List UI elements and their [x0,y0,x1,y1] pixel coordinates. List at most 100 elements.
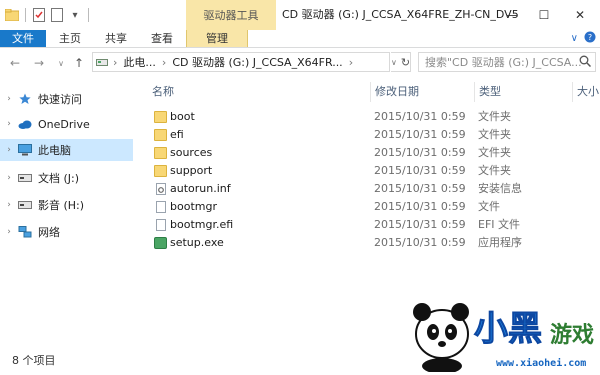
file-type: 文件夹 [478,164,511,177]
folder-icon [154,165,167,177]
nav-item-quick-access[interactable]: › 快速访问 [0,88,133,110]
recent-locations-button[interactable]: ∨ [52,48,70,78]
nav-item-media-drive[interactable]: › 影音 (H:) [0,194,133,216]
forward-arrow-icon: → [33,56,45,70]
properties-icon[interactable] [31,7,47,23]
computer-icon [18,144,32,156]
file-type: 文件夹 [478,128,511,141]
nav-item-label: 文档 (J:) [38,172,80,185]
refresh-icon: ↻ [400,55,411,69]
svg-text:游戏: 游戏 [550,322,594,348]
search-input[interactable]: 搜索"CD 驱动器 (G:) J_CCSA... [418,52,596,72]
file-date: 2015/10/31 0:59 [374,164,466,177]
network-icon [18,226,32,238]
star-icon [18,93,32,105]
file-row[interactable]: bootmgr.efi 2015/10/31 0:59 EFI 文件 [150,216,600,234]
window-title: CD 驱动器 (G:) J_CCSA_X64FRE_ZH-CN_DV5 [282,8,519,21]
file-type: 文件夹 [478,146,511,159]
drive-icon [93,57,111,67]
address-bar[interactable]: › 此电... › CD 驱动器 (G:) J_CCSA_X64FR... › [92,52,390,72]
nav-item-label: 影音 (H:) [38,199,85,212]
customize-icon[interactable]: ▾ [67,7,83,23]
refresh-button[interactable]: ∨ ↻ [391,52,411,72]
tab-file[interactable]: 文件 [0,30,46,47]
file-row[interactable]: sources 2015/10/31 0:59 文件夹 [150,144,600,162]
file-date: 2015/10/31 0:59 [374,182,466,195]
svg-text:www.xiaohei.com: www.xiaohei.com [496,357,586,369]
chevron-right-icon[interactable]: › [0,173,18,183]
cloud-icon [18,118,32,130]
back-button[interactable]: ← [6,48,24,78]
column-header-size[interactable]: 大小 [572,82,600,102]
file-date: 2015/10/31 0:59 [374,218,466,231]
folder-icon [154,129,167,141]
navigation-pane: › 快速访问 › OneDrive › 此电脑 › 文档 (J:) › 影音 (… [0,80,140,350]
file-row[interactable]: autorun.inf 2015/10/31 0:59 安装信息 [150,180,600,198]
file-name: setup.exe [170,236,224,249]
item-count: 8 个项目 [12,354,56,367]
setup-icon [154,237,167,249]
column-header-date[interactable]: 修改日期 [370,82,474,102]
svg-text:?: ? [588,33,592,42]
maximize-button[interactable]: ☐ [528,0,560,30]
chevron-down-icon: ∨ [58,58,64,68]
file-name: bootmgr.efi [170,218,234,231]
back-arrow-icon: ← [9,56,21,70]
file-date: 2015/10/31 0:59 [374,200,466,213]
tab-view[interactable]: 查看 [140,30,184,47]
help-icon[interactable]: ? [584,31,596,46]
collapse-ribbon-icon[interactable]: ∨ [571,33,578,44]
nav-item-network[interactable]: › 网络 [0,221,133,243]
chevron-right-icon[interactable]: › [0,94,18,104]
tab-share[interactable]: 共享 [94,30,138,47]
nav-item-docs-drive[interactable]: › 文档 (J:) [0,167,133,189]
file-date: 2015/10/31 0:59 [374,236,466,249]
breadcrumb-separator-icon: › [348,55,354,69]
file-type: 文件 [478,200,500,213]
chevron-right-icon[interactable]: › [0,227,18,237]
nav-item-label: 快速访问 [38,93,82,106]
file-row[interactable]: bootmgr 2015/10/31 0:59 文件 [150,198,600,216]
chevron-right-icon[interactable]: › [0,119,18,129]
file-type: EFI 文件 [478,218,521,231]
drive-tools-header: 驱动器工具 [186,0,276,30]
file-name: support [170,164,213,177]
up-button[interactable]: ↑ [70,48,88,78]
new-folder-icon[interactable] [49,7,65,23]
close-button[interactable]: ✕ [564,0,596,30]
file-row[interactable]: support 2015/10/31 0:59 文件夹 [150,162,600,180]
breadcrumb-this-pc[interactable]: 此电... [123,54,156,70]
column-header-name[interactable]: 名称 [148,82,364,102]
drive-icon [18,199,32,211]
file-date: 2015/10/31 0:59 [374,110,466,123]
folder-icon [154,147,167,159]
watermark-logo: 小黑 游戏 www.xiaohei.com [404,282,600,374]
file-type: 安装信息 [478,182,522,195]
tab-manage[interactable]: 管理 [186,30,248,47]
chevron-right-icon[interactable]: › [0,200,18,210]
ribbon-controls: ∨ ? [571,30,596,47]
toolbar-separator [88,8,89,22]
chevron-right-icon[interactable]: › [0,145,18,155]
folder-icon [4,7,20,23]
forward-button[interactable]: → [30,48,48,78]
nav-item-this-pc[interactable]: › 此电脑 [0,139,133,161]
file-row[interactable]: efi 2015/10/31 0:59 文件夹 [150,126,600,144]
breadcrumb-cd-drive[interactable]: CD 驱动器 (G:) J_CCSA_X64FR... [172,54,342,70]
nav-item-onedrive[interactable]: › OneDrive [0,113,133,135]
folder-icon [154,111,167,123]
file-type: 应用程序 [478,236,522,249]
ribbon-tabs: 文件 主页 共享 查看 管理 [0,30,600,48]
settings-file-icon [156,183,166,195]
file-name: bootmgr [170,200,217,213]
file-row[interactable]: setup.exe 2015/10/31 0:59 应用程序 [150,234,600,252]
nav-item-label: OneDrive [38,117,90,131]
minimize-button[interactable]: — [496,0,528,30]
file-icon [156,201,166,213]
column-header-type[interactable]: 类型 [474,82,570,102]
file-name: boot [170,110,195,123]
file-row[interactable]: boot 2015/10/31 0:59 文件夹 [150,108,600,126]
svg-text:小黑: 小黑 [474,309,542,349]
tab-home[interactable]: 主页 [50,30,90,47]
file-name: efi [170,128,184,141]
